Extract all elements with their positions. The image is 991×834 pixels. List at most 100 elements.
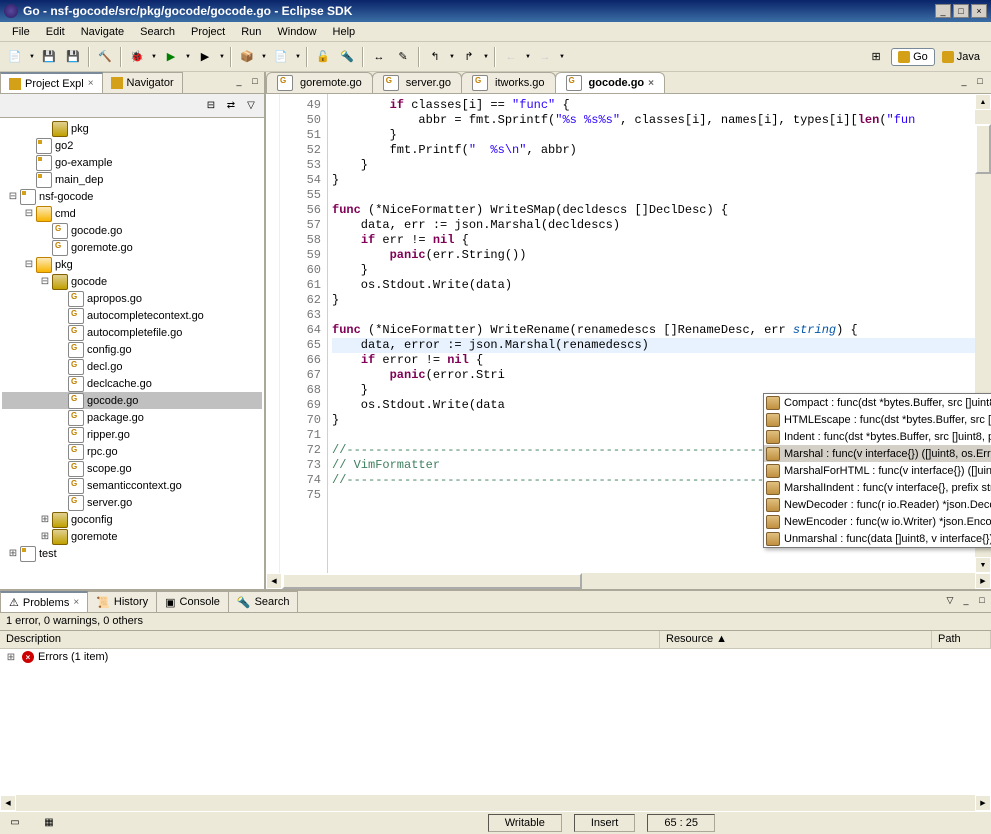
code-line[interactable]: func (*NiceFormatter) WriteSMap(decldesc… xyxy=(332,203,975,218)
code-line[interactable]: if classes[i] == "func" { xyxy=(332,98,975,113)
save-icon[interactable]: 💾 xyxy=(38,46,60,68)
tree-item[interactable]: gocode.go xyxy=(2,222,262,239)
code-line[interactable]: func (*NiceFormatter) WriteRename(rename… xyxy=(332,323,975,338)
code-line[interactable] xyxy=(332,308,975,323)
editor-maximize-icon[interactable]: □ xyxy=(973,74,987,88)
autocomplete-item[interactable]: NewDecoder : func(r io.Reader) *json.Dec… xyxy=(764,496,991,513)
next-annotation-icon[interactable]: ↱ xyxy=(458,46,480,68)
code-line[interactable]: abbr = fmt.Sprintf("%s %s%s", classes[i]… xyxy=(332,113,975,128)
code-line[interactable]: if error != nil { xyxy=(332,353,975,368)
tree-item[interactable]: goremote.go xyxy=(2,239,262,256)
problems-table-header[interactable]: Description Resource ▲ Path xyxy=(0,631,991,649)
tree-item[interactable]: ⊟nsf-gocode xyxy=(2,188,262,205)
maximize-button[interactable]: □ xyxy=(953,4,969,18)
tree-item[interactable]: pkg xyxy=(2,120,262,137)
collapse-all-icon[interactable]: ⊟ xyxy=(202,97,220,115)
code-line[interactable]: panic(err.String()) xyxy=(332,248,975,263)
problems-list[interactable]: ⊞×Errors (1 item) xyxy=(0,649,991,795)
tree-item[interactable]: apropos.go xyxy=(2,290,262,307)
perspective-java[interactable]: Java xyxy=(935,48,987,66)
col-description[interactable]: Description xyxy=(0,631,660,648)
tree-item[interactable]: main_dep xyxy=(2,171,262,188)
menu-file[interactable]: File xyxy=(4,24,38,40)
new-package-icon[interactable]: 📦 xyxy=(236,46,258,68)
back-icon[interactable]: ← xyxy=(500,46,522,68)
tree-item[interactable]: decl.go xyxy=(2,358,262,375)
status-tree-icon[interactable]: ▦ xyxy=(38,812,60,834)
open-perspective-icon[interactable]: ⊞ xyxy=(865,46,887,68)
code-line[interactable]: } xyxy=(332,173,975,188)
new-dropdown[interactable]: ▼ xyxy=(28,54,36,60)
tree-item[interactable]: semanticcontext.go xyxy=(2,477,262,494)
code-editor[interactable]: 4950515253545556575859606162636465666768… xyxy=(266,94,991,573)
editor-minimize-icon[interactable]: _ xyxy=(957,74,971,88)
tree-item[interactable]: scope.go xyxy=(2,460,262,477)
code-line[interactable]: } xyxy=(332,293,975,308)
run-last-icon[interactable]: ▶ xyxy=(194,46,216,68)
save-all-icon[interactable]: 💾 xyxy=(62,46,84,68)
autocomplete-popup[interactable]: Compact : func(dst *bytes.Buffer, src []… xyxy=(763,393,991,548)
menu-edit[interactable]: Edit xyxy=(38,24,73,40)
forward-icon[interactable]: → xyxy=(534,46,556,68)
tree-item[interactable]: declcache.go xyxy=(2,375,262,392)
code-line[interactable]: fmt.Printf(" %s\n", abbr) xyxy=(332,143,975,158)
autocomplete-item[interactable]: MarshalForHTML : func(v interface{}) ([]… xyxy=(764,462,991,479)
code-line[interactable]: data, error := json.Marshal(renamedescs) xyxy=(332,338,975,353)
tree-item[interactable]: package.go xyxy=(2,409,262,426)
code-line[interactable]: } xyxy=(332,128,975,143)
menu-navigate[interactable]: Navigate xyxy=(73,24,132,40)
new-file-icon[interactable]: 📄 xyxy=(270,46,292,68)
tree-item[interactable]: config.go xyxy=(2,341,262,358)
prev-annotation-icon[interactable]: ↰ xyxy=(424,46,446,68)
tree-item[interactable]: autocompletecontext.go xyxy=(2,307,262,324)
editor-tab[interactable]: goremote.go xyxy=(266,72,373,93)
new-icon[interactable]: 📄 xyxy=(4,46,26,68)
code-line[interactable]: os.Stdout.Write(data) xyxy=(332,278,975,293)
editor-tab[interactable]: server.go xyxy=(372,72,462,93)
autocomplete-item[interactable]: MarshalIndent : func(v interface{}, pref… xyxy=(764,479,991,496)
autocomplete-item[interactable]: Compact : func(dst *bytes.Buffer, src []… xyxy=(764,394,991,411)
problems-horizontal-scrollbar[interactable]: ◀ ▶ xyxy=(0,795,991,811)
autocomplete-item[interactable]: Marshal : func(v interface{}) ([]uint8, … xyxy=(764,445,991,462)
tree-toggle-icon[interactable]: ⊟ xyxy=(38,275,52,289)
run-icon[interactable]: ▶ xyxy=(160,46,182,68)
menu-project[interactable]: Project xyxy=(183,24,233,40)
show-view-icon[interactable]: ▭ xyxy=(4,812,26,834)
tree-toggle-icon[interactable]: ⊟ xyxy=(22,207,36,221)
close-icon[interactable]: × xyxy=(73,597,79,608)
editor-tab[interactable]: itworks.go xyxy=(461,72,556,93)
tree-item[interactable]: autocompletefile.go xyxy=(2,324,262,341)
editor-tab[interactable]: gocode.go × xyxy=(555,72,665,93)
menu-search[interactable]: Search xyxy=(132,24,183,40)
scroll-down-icon[interactable]: ▼ xyxy=(975,557,991,573)
autocomplete-item[interactable]: Unmarshal : func(data []uint8, v interfa… xyxy=(764,530,991,547)
tree-item[interactable]: go2 xyxy=(2,137,262,154)
maximize-view-icon[interactable]: □ xyxy=(248,74,262,88)
code-line[interactable]: } xyxy=(332,263,975,278)
editor-horizontal-scrollbar[interactable]: ◀ ▶ xyxy=(266,573,991,589)
col-path[interactable]: Path xyxy=(932,631,991,648)
autocomplete-item[interactable]: NewEncoder : func(w io.Writer) *json.Enc… xyxy=(764,513,991,530)
tree-item[interactable]: ⊞goremote xyxy=(2,528,262,545)
minimize-view-icon[interactable]: _ xyxy=(232,74,246,88)
debug-icon[interactable]: 🐞 xyxy=(126,46,148,68)
tree-item[interactable]: ⊟cmd xyxy=(2,205,262,222)
minimize-button[interactable]: _ xyxy=(935,4,951,18)
code-line[interactable] xyxy=(332,188,975,203)
open-type-icon[interactable]: 🔓 xyxy=(312,46,334,68)
tree-item[interactable]: gocode.go xyxy=(2,392,262,409)
tree-item[interactable]: ⊟pkg xyxy=(2,256,262,273)
tree-toggle-icon[interactable]: ⊟ xyxy=(6,190,20,204)
scroll-left-icon[interactable]: ◀ xyxy=(266,573,282,589)
tree-toggle-icon[interactable]: ⊟ xyxy=(22,258,36,272)
code-line[interactable]: } xyxy=(332,158,975,173)
view-tab-history[interactable]: 📜 History xyxy=(87,591,157,612)
toggle-mark-icon[interactable]: ↔ xyxy=(368,46,390,68)
project-explorer-tree[interactable]: pkggo2go-examplemain_dep⊟nsf-gocode⊟cmdg… xyxy=(0,118,264,589)
view-tab-console[interactable]: ▣ Console xyxy=(156,591,229,612)
menu-run[interactable]: Run xyxy=(233,24,269,40)
perspective-go[interactable]: Go xyxy=(891,48,935,66)
build-icon[interactable]: 🔨 xyxy=(94,46,116,68)
tree-toggle-icon[interactable]: ⊞ xyxy=(38,530,52,544)
problem-row[interactable]: ⊞×Errors (1 item) xyxy=(0,649,991,665)
